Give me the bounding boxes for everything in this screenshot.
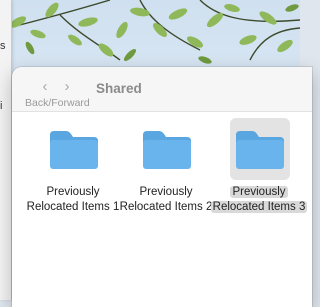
chevron-left-icon: ‹ bbox=[42, 77, 48, 95]
forward-button[interactable]: › bbox=[58, 77, 76, 95]
folder-icon bbox=[137, 118, 197, 180]
chevron-right-icon: › bbox=[64, 77, 70, 95]
folder-label-line1: Previously bbox=[46, 186, 100, 198]
back-button[interactable]: ‹ bbox=[36, 77, 54, 95]
folder-label-line2: Relocated Items 1 bbox=[26, 201, 120, 213]
folder-label-line2: Relocated Items 2 bbox=[119, 201, 213, 213]
folder-label-line1: Previously bbox=[139, 186, 193, 198]
background-window-text-1: s bbox=[0, 40, 6, 52]
background-window-text-2: i bbox=[0, 100, 3, 112]
finder-window: ‹ › Back/Forward Shared Previously Reloc… bbox=[12, 67, 312, 307]
background-window: s i bbox=[0, 0, 12, 300]
folder-icon bbox=[230, 118, 290, 180]
folder-icon bbox=[44, 118, 104, 180]
back-forward-caption: Back/Forward bbox=[25, 97, 90, 109]
window-toolbar: ‹ › Back/Forward Shared bbox=[12, 67, 312, 112]
window-title: Shared bbox=[96, 81, 142, 96]
folder-grid: Previously Relocated Items 1 Previously … bbox=[12, 112, 312, 307]
folder-label-line1: Previously bbox=[230, 186, 288, 198]
folder-label-line2: Relocated Items 3 bbox=[210, 201, 308, 213]
tree-branches-image bbox=[0, 0, 300, 64]
